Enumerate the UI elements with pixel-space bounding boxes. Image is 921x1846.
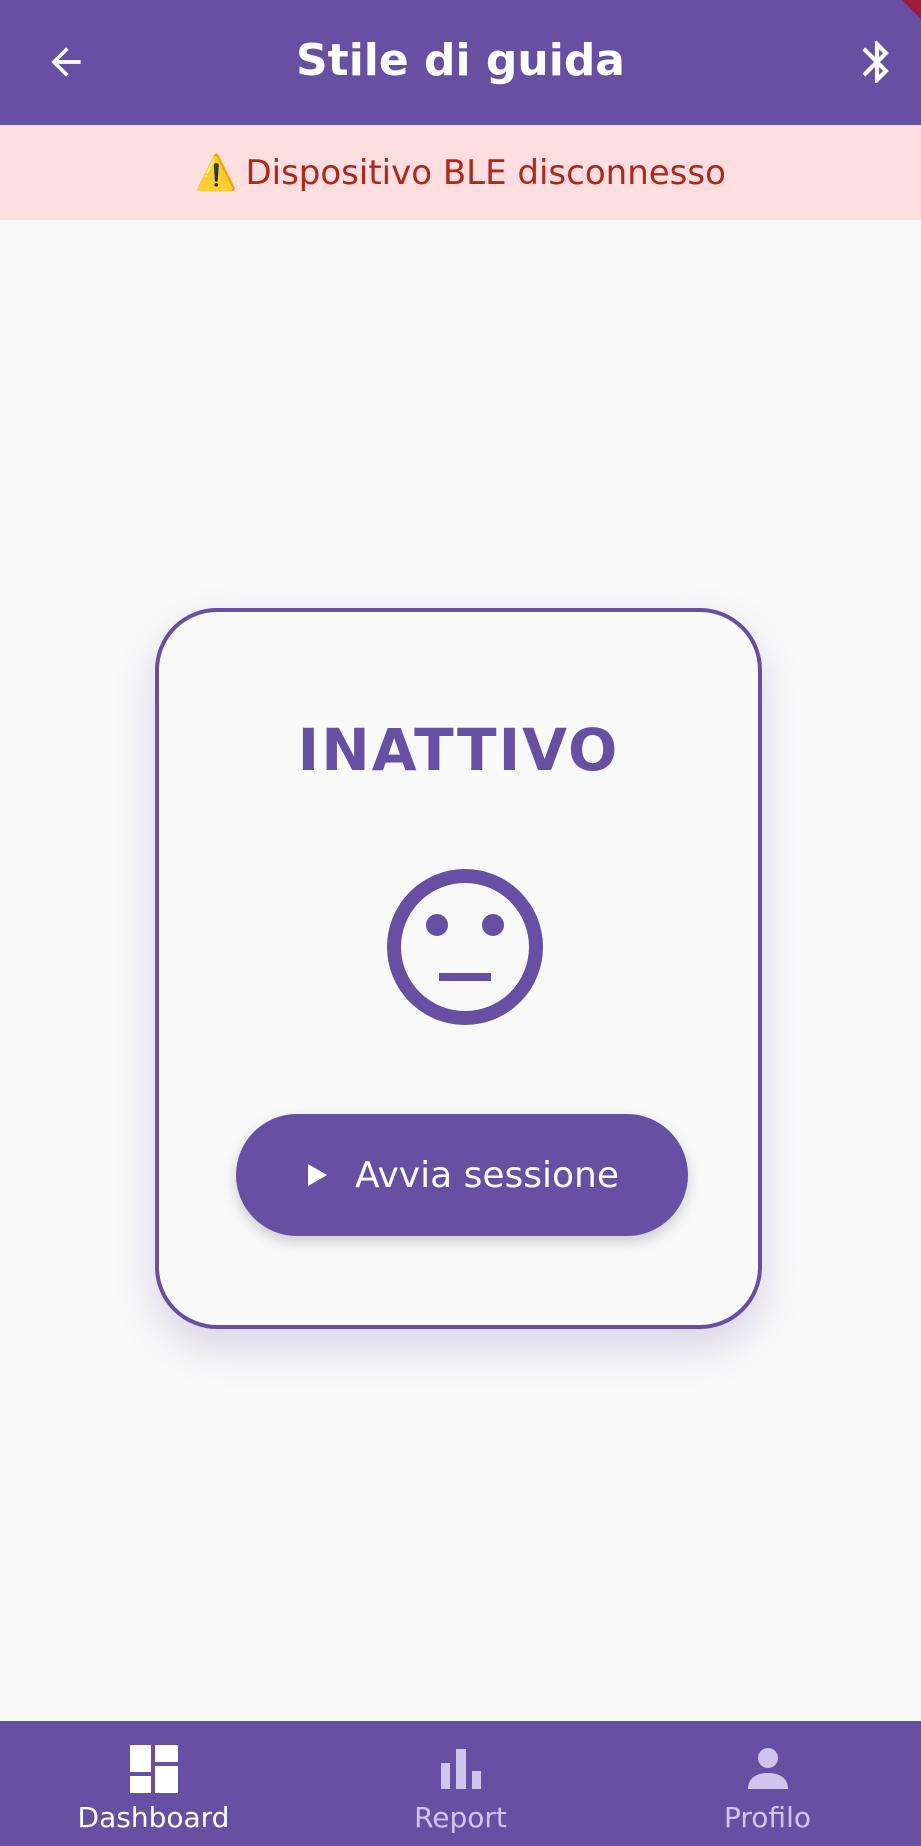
- nav-item-report[interactable]: Report: [307, 1721, 614, 1846]
- status-label: INATTIVO: [297, 716, 620, 784]
- app-bar: Stile di guida: [0, 0, 921, 125]
- start-session-label: Avvia sessione: [354, 1154, 620, 1196]
- arrow-back-icon: [51, 47, 81, 77]
- nav-label-profilo: Profilo: [724, 1801, 811, 1834]
- bluetooth-button[interactable]: [837, 22, 917, 102]
- nav-label-dashboard: Dashboard: [77, 1801, 230, 1834]
- play-icon: [307, 1164, 327, 1186]
- bottom-navigation: Dashboard Report Profilo: [0, 1721, 921, 1846]
- page-title: Stile di guida: [295, 35, 626, 86]
- nav-label-report: Report: [414, 1801, 507, 1834]
- person-icon: [747, 1748, 788, 1789]
- bluetooth-icon: [862, 41, 889, 83]
- warning-icon: ⚠️: [195, 152, 238, 193]
- nav-item-profilo[interactable]: Profilo: [614, 1721, 921, 1846]
- banner-text: Dispositivo BLE disconnesso: [245, 152, 726, 193]
- start-session-button[interactable]: Avvia sessione: [236, 1114, 688, 1236]
- bar-chart-icon: [440, 1749, 481, 1789]
- back-button[interactable]: [26, 22, 106, 102]
- status-card: INATTIVO Avvia sessione: [155, 608, 762, 1329]
- dashboard-icon: [129, 1745, 178, 1793]
- ble-status-banner: ⚠️ Dispositivo BLE disconnesso: [0, 125, 921, 220]
- nav-item-dashboard[interactable]: Dashboard: [0, 1721, 307, 1846]
- neutral-face-icon: [387, 869, 543, 1025]
